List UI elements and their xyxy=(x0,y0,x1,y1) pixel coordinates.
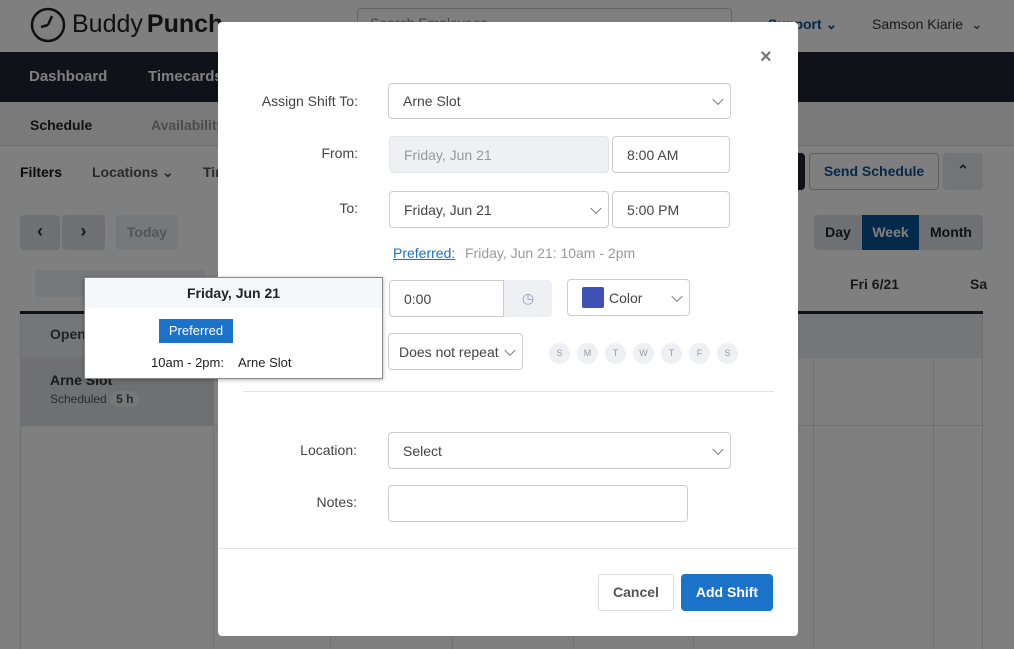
chevron-down-icon xyxy=(590,202,602,214)
day-wednesday[interactable]: W xyxy=(633,343,654,364)
chevron-down-icon xyxy=(712,443,724,455)
notes-label: Notes: xyxy=(316,494,357,510)
from-date: Friday, Jun 21 xyxy=(389,136,609,173)
chevron-down-icon xyxy=(671,290,683,302)
day-monday[interactable]: M xyxy=(577,343,598,364)
divider xyxy=(243,391,774,392)
add-shift-button[interactable]: Add Shift xyxy=(681,574,773,611)
assign-label: Assign Shift To: xyxy=(261,93,358,109)
color-label: Color xyxy=(609,289,643,306)
from-label: From: xyxy=(321,145,358,161)
break-input[interactable]: 0:00 xyxy=(389,280,504,317)
tooltip-date: Friday, Jun 21 xyxy=(85,278,382,308)
location-value: Select xyxy=(403,442,442,459)
preferred-text: Friday, Jun 21: 10am - 2pm xyxy=(465,245,636,261)
preferred-tooltip: Friday, Jun 21 Preferred 10am - 2pm: Arn… xyxy=(84,277,383,379)
to-date-select[interactable]: Friday, Jun 21 xyxy=(389,191,609,228)
assign-value: Arne Slot xyxy=(403,93,461,109)
clock-icon[interactable]: ◷ xyxy=(504,280,552,317)
to-date-value: Friday, Jun 21 xyxy=(404,201,492,218)
preferred-badge: Preferred xyxy=(159,319,233,343)
footer-divider xyxy=(218,548,798,549)
chevron-down-icon xyxy=(504,344,516,356)
chevron-down-icon xyxy=(712,93,724,106)
to-label: To: xyxy=(339,200,358,216)
tooltip-time: 10am - 2pm: xyxy=(151,355,224,370)
cancel-button[interactable]: Cancel xyxy=(598,574,674,611)
color-swatch xyxy=(582,287,604,308)
assign-select[interactable]: Arne Slot xyxy=(388,83,731,119)
tooltip-name: Arne Slot xyxy=(238,355,292,370)
to-time[interactable]: 5:00 PM xyxy=(612,191,730,228)
location-select[interactable]: Select xyxy=(388,432,731,469)
location-label: Location: xyxy=(300,442,357,458)
day-friday[interactable]: F xyxy=(689,343,710,364)
repeat-select[interactable]: Does not repeat xyxy=(388,333,523,370)
day-thursday[interactable]: T xyxy=(661,343,682,364)
color-select[interactable]: Color xyxy=(567,279,690,316)
preferred-link[interactable]: Preferred: xyxy=(393,245,455,261)
day-sunday[interactable]: S xyxy=(549,343,570,364)
from-time[interactable]: 8:00 AM xyxy=(612,136,730,173)
day-saturday[interactable]: S xyxy=(717,343,738,364)
repeat-value: Does not repeat xyxy=(399,343,499,360)
notes-input[interactable] xyxy=(388,485,688,522)
close-icon[interactable]: × xyxy=(760,46,772,69)
day-tuesday[interactable]: T xyxy=(605,343,626,364)
